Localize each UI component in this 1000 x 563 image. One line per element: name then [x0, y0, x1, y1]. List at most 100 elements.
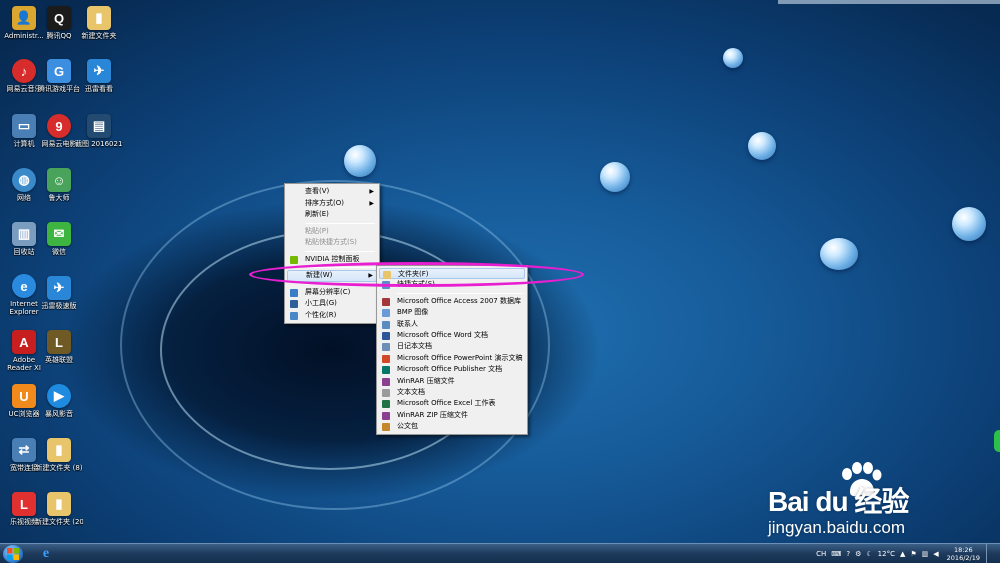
submenu-item-bmp[interactable]: BMP 图像 [379, 307, 525, 318]
network-connection-icon: ⇄ [12, 438, 36, 462]
desktop-context-menu: 查看(V) ▶ 排序方式(O) ▶ 刷新(E) 粘贴(P) 粘贴快捷方式(S) NV… [284, 183, 380, 324]
show-hidden-icons[interactable]: ▲ [900, 550, 905, 558]
submenu-item-word[interactable]: Microsoft Office Word 文档 [379, 330, 525, 341]
menu-item-view[interactable]: 查看(V) ▶ [287, 186, 377, 198]
taskbar-ie-icon[interactable]: e [36, 546, 56, 562]
menu-separator [305, 222, 375, 224]
music-icon: ♪ [12, 59, 36, 83]
flag-icon[interactable]: ⚑ [910, 550, 916, 558]
desktop-icon-label: 新建文件夹 [81, 32, 117, 40]
monitor-icon [290, 288, 298, 297]
submenu-item-journal[interactable]: 日记本文档 [379, 341, 525, 352]
desktop-icon-new-folder[interactable]: ▮ 新建文件夹 [75, 4, 123, 56]
desktop-icon-label: 新建文件夹 (20) [35, 518, 83, 526]
movie-icon: 9 [47, 114, 71, 138]
submenu-item-contact[interactable]: 联系人 [379, 319, 525, 330]
menu-item-refresh[interactable]: 刷新(E) [287, 209, 377, 221]
desktop-icon-league-of-legends[interactable]: L 英雄联盟 [35, 328, 83, 380]
desktop-icon-label: 新建文件夹 (8) [35, 464, 83, 472]
submenu-item-text-doc[interactable]: 文本文档 [379, 387, 525, 398]
network-icon[interactable]: ▥ [922, 550, 929, 558]
menu-separator [305, 250, 375, 252]
side-widget[interactable] [994, 430, 1000, 452]
desktop-icon-new-folder-20[interactable]: ▮ 新建文件夹 (20) [35, 490, 83, 542]
submenu-arrow-icon: ▶ [369, 199, 374, 207]
volume-icon[interactable]: ◀ [933, 550, 938, 558]
folder-icon: ▮ [47, 492, 71, 516]
qq-penguin-icon: Q [47, 6, 71, 30]
gadget-icon [290, 300, 298, 308]
network-globe-icon: ◍ [12, 168, 36, 192]
briefcase-icon [382, 423, 390, 432]
desktop-icon-label: 截图 20160219... [75, 140, 123, 148]
adobe-reader-icon: A [12, 330, 36, 354]
winrar-zip-icon [382, 411, 390, 420]
computer-icon: ▭ [12, 114, 36, 138]
desktop-icon-label: 微信 [52, 248, 66, 256]
winrar-icon [382, 377, 390, 386]
submenu-item-access-db[interactable]: Microsoft Office Access 2007 数据库 [379, 296, 525, 307]
menu-item-sort-by[interactable]: 排序方式(O) ▶ [287, 198, 377, 210]
contact-icon [382, 320, 390, 329]
thunder-icon: ✈ [47, 276, 71, 300]
watermark-brand: Bai du 经验 [768, 486, 909, 517]
desktop-icon-label: 暴风影音 [45, 410, 73, 418]
ie-icon: e [12, 274, 36, 298]
system-tray: CH ⌨ ? ⚙ ☾ 12°C ▲ ⚑ ▥ ◀ 18:26 2016/2/19 [811, 544, 1000, 563]
desktop-icon-new-folder-8[interactable]: ▮ 新建文件夹 (8) [35, 436, 83, 488]
user-folder-icon: 👤 [12, 6, 36, 30]
desktop-icon-xunlei-kankan[interactable]: ✈ 迅雷看看 [75, 57, 123, 109]
menu-item-screen-resolution[interactable]: 屏幕分辨率(C) [287, 287, 377, 299]
publisher-icon [382, 366, 390, 375]
menu-item-gadgets[interactable]: 小工具(G) [287, 298, 377, 310]
new-submenu: 文件夹(F) 快捷方式(S) Microsoft Office Access 2… [376, 265, 528, 436]
help-icon[interactable]: ? [846, 550, 850, 558]
submenu-item-powerpoint[interactable]: Microsoft Office PowerPoint 演示文稿 [379, 353, 525, 364]
letv-icon: L [12, 492, 36, 516]
language-indicator[interactable]: CH [816, 550, 826, 558]
excel-icon [382, 400, 390, 409]
moon-weather-icon: ☾ [866, 550, 873, 558]
clock-time: 18:26 [953, 546, 973, 554]
menu-item-paste: 粘贴(P) [305, 226, 329, 235]
menu-separator [397, 292, 523, 294]
keyboard-icon[interactable]: ⌨ [831, 550, 841, 558]
submenu-item-excel[interactable]: Microsoft Office Excel 工作表 [379, 398, 525, 409]
submenu-arrow-icon: ▶ [369, 188, 374, 195]
word-doc-icon [382, 331, 390, 340]
taskbar: e CH ⌨ ? ⚙ ☾ 12°C ▲ ⚑ ▥ ◀ 18:26 2016/2/1… [0, 543, 1000, 563]
menu-item-personalize[interactable]: 个性化(R) [287, 310, 377, 322]
show-desktop-button[interactable] [986, 544, 994, 563]
desktop-icon-wechat[interactable]: ✉ 微信 [35, 220, 83, 272]
desktop-icon-label: 英雄联盟 [45, 356, 73, 364]
ludashi-icon: ☺ [47, 168, 71, 192]
watermark-url: jingyan.baidu.com [768, 518, 906, 537]
highlight-ellipse [249, 262, 584, 287]
clock[interactable]: 18:26 2016/2/19 [947, 546, 980, 562]
recycle-bin-icon: ▥ [12, 222, 36, 246]
game-platform-icon: G [47, 59, 71, 83]
temperature[interactable]: 12°C [878, 550, 895, 558]
water-drop [600, 162, 630, 192]
baidu-jingyan-watermark: Bai du 经验 jingyan.baidu.com [768, 462, 958, 542]
desktop-icon-screenshot[interactable]: ▤ 截图 20160219... [75, 112, 123, 164]
submenu-item-winrar-zip[interactable]: WinRAR ZIP 压缩文件 [379, 410, 525, 421]
desktop-wallpaper[interactable]: 👤 Administr... Q 腾讯QQ ▮ 新建文件夹 ♪ 网易云音乐 G … [0, 0, 1000, 543]
desktop-icon-ludashi[interactable]: ☺ 鲁大师 [35, 166, 83, 218]
personalize-icon [290, 311, 298, 320]
submenu-item-winrar[interactable]: WinRAR 压缩文件 [379, 376, 525, 387]
wechat-icon: ✉ [47, 222, 71, 246]
settings-icon[interactable]: ⚙ [855, 550, 861, 558]
water-drop [952, 207, 986, 241]
powerpoint-icon [382, 354, 390, 363]
desktop-icon-label: 迅雷极速版 [41, 302, 77, 310]
water-drop [344, 145, 376, 177]
uc-browser-icon: U [12, 384, 36, 408]
submenu-item-briefcase[interactable]: 公文包 [379, 421, 525, 432]
journal-icon [382, 343, 390, 352]
water-drop [748, 132, 776, 160]
submenu-item-publisher[interactable]: Microsoft Office Publisher 文档 [379, 364, 525, 375]
desktop-icon-baofeng[interactable]: ▶ 暴风影音 [35, 382, 83, 434]
start-button[interactable] [3, 545, 23, 563]
desktop-icon-xunlei-speed[interactable]: ✈ 迅雷极速版 [35, 274, 83, 326]
